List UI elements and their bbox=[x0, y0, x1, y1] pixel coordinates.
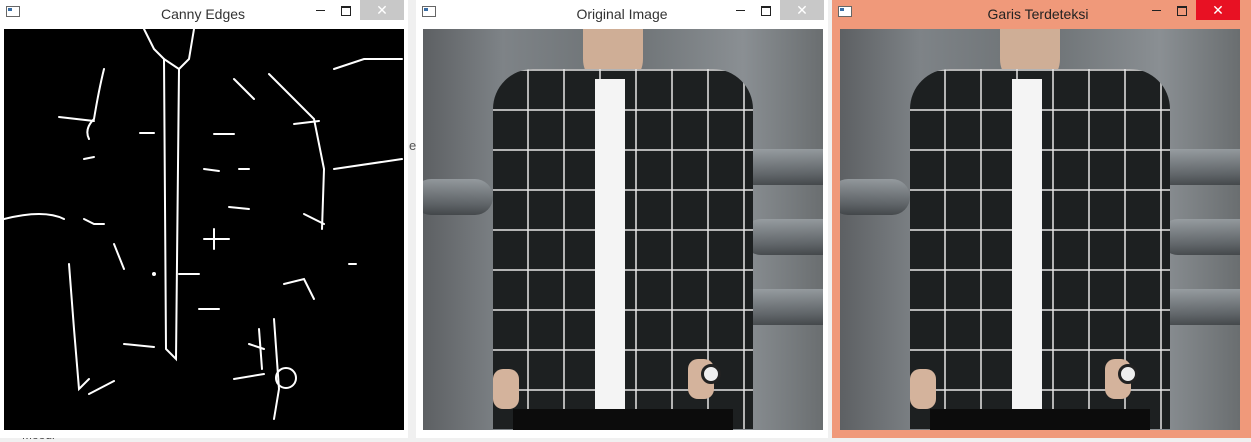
app-window-icon bbox=[6, 6, 20, 17]
title-bar[interactable]: Canny Edges ✕ bbox=[0, 0, 408, 28]
minimize-icon bbox=[1151, 10, 1161, 12]
app-window-icon bbox=[838, 6, 852, 17]
app-window-icon bbox=[422, 6, 436, 17]
title-bar[interactable]: Garis Terdeteksi ✕ bbox=[832, 0, 1251, 28]
maximize-button[interactable] bbox=[332, 0, 360, 20]
close-button[interactable]: ✕ bbox=[360, 0, 404, 20]
window-original-image[interactable]: Original Image ✕ bbox=[416, 0, 828, 438]
window-garis-terdeteksi[interactable]: Garis Terdeteksi ✕ bbox=[832, 0, 1251, 438]
detected-lines-photo bbox=[840, 29, 1240, 430]
minimize-icon bbox=[315, 10, 325, 12]
edge-lines bbox=[4, 29, 403, 420]
canny-edge-image bbox=[4, 29, 404, 430]
maximize-icon bbox=[1177, 5, 1187, 16]
original-photo bbox=[423, 29, 823, 430]
minimize-button[interactable] bbox=[1142, 0, 1170, 20]
minimize-button[interactable] bbox=[306, 0, 334, 20]
minimize-button[interactable] bbox=[726, 0, 754, 20]
minimize-icon bbox=[735, 10, 745, 12]
close-icon: ✕ bbox=[1212, 2, 1224, 18]
close-icon: ✕ bbox=[376, 2, 388, 18]
maximize-icon bbox=[341, 5, 351, 16]
window-canny-edges[interactable]: Canny Edges ✕ bbox=[0, 0, 408, 438]
maximize-button[interactable] bbox=[752, 0, 780, 20]
close-icon: ✕ bbox=[796, 2, 808, 18]
maximize-icon bbox=[761, 5, 771, 16]
title-bar[interactable]: Original Image ✕ bbox=[416, 0, 828, 28]
close-button[interactable]: ✕ bbox=[1196, 0, 1240, 20]
close-button[interactable]: ✕ bbox=[780, 0, 824, 20]
maximize-button[interactable] bbox=[1168, 0, 1196, 20]
